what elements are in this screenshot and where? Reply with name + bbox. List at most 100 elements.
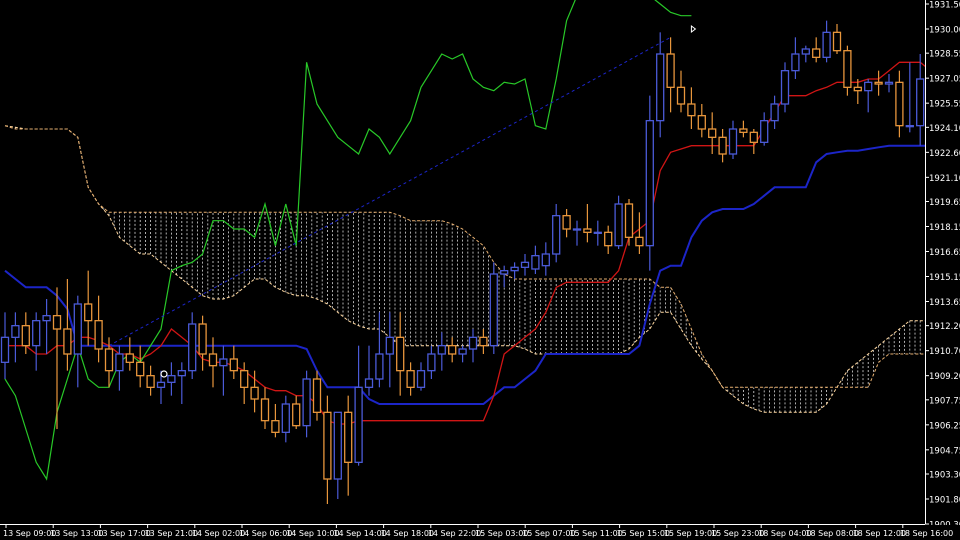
candle-body [364,378,374,388]
candle-body [874,81,883,85]
candle-body [136,361,145,377]
candle-body [208,353,218,367]
candle-body [11,325,20,338]
candle-body [749,131,758,143]
candle-body [520,261,530,268]
candle-body [240,370,249,388]
candle-body [770,103,779,122]
chart-window[interactable]: 1931.50 1930.00 1928.55 1927.05 1925.55 1924.… [0,0,960,540]
candle-body [448,345,457,355]
candle-body [323,411,332,480]
candle-body [458,348,467,355]
price-tick-label: 1913.65 [929,298,960,308]
time-tick-label: 18 Sep 04:00 [758,529,811,538]
candle-body [396,336,405,372]
candle-body [198,323,207,355]
candle-body [822,31,831,58]
candle-body [385,336,394,355]
candle-body [895,81,904,127]
price-tick-label: 1916.65 [929,248,960,258]
price-tick-label: 1922.60 [929,149,960,159]
candle-body [531,255,540,270]
time-tick-label: 15 Sep 15:00 [617,529,670,538]
candle-body [468,336,478,350]
time-tick-label: 15 Sep 23:00 [711,529,764,538]
price-tick-label: 1928.55 [929,50,960,60]
candle-body [697,115,706,130]
time-tick-label: 18 Sep 08:00 [805,529,858,538]
candle-body [416,370,426,388]
price-tick-label: 1903.30 [929,471,960,481]
candle-body [115,353,124,372]
candle-body [479,336,488,347]
candle-body [63,328,72,355]
time-tick-label: 14 Sep 06:00 [239,529,292,538]
candle-body [156,381,166,388]
candle-body [188,323,197,372]
price-tick-label: 1921.10 [929,174,960,184]
price-tick-label: 1907.75 [929,396,960,406]
time-tick-label: 18 Sep 12:00 [853,529,906,538]
candle-body [333,411,342,480]
price-tick-label: 1915.15 [929,273,960,283]
candle-body [614,203,623,247]
time-tick-label: 18 Sep 16:00 [900,529,953,538]
time-tick-label: 14 Sep 14:00 [333,529,386,538]
candle-body [708,128,717,138]
time-tick-label: 14 Sep 18:00 [381,529,434,538]
time-tick-label: 13 Sep 09:00 [3,529,56,538]
time-tick-label: 14 Sep 10:00 [286,529,339,538]
candlestick-chart[interactable]: 1931.50 1930.00 1928.55 1927.05 1925.55 1924.… [0,0,960,540]
candle-body [864,81,873,92]
time-tick-label: 13 Sep 17:00 [97,529,150,538]
candle-body [344,411,353,463]
time-tick-label: 15 Sep 03:00 [475,529,528,538]
price-tick-label: 1931.50 [929,1,960,11]
price-tick-label: 1909.20 [929,372,960,382]
candle-body [687,103,696,117]
candle-body [406,370,415,388]
candle-body [635,236,644,247]
candle-body [812,48,821,58]
price-tick-label: 1930.00 [929,26,960,36]
time-axis[interactable]: 13 Sep 09:0013 Sep 13:0013 Sep 17:0013 S… [0,524,960,540]
candle-body [489,273,498,347]
time-tick-label: 13 Sep 21:00 [145,529,198,538]
candle-body [219,358,228,367]
candle-body [676,86,686,105]
candle-body [302,378,311,427]
price-tick-label: 1910.70 [929,347,960,357]
time-tick-label: 13 Sep 13:00 [50,529,103,538]
candle-body [260,398,270,422]
candle-body [354,386,363,463]
time-tick-label: 14 Sep 22:00 [428,529,481,538]
candle-body [853,86,862,92]
candle-body [42,315,51,322]
candle-body [52,315,62,330]
candle-body [739,128,748,133]
candle-body [791,53,800,72]
candle-body [312,378,322,413]
candle-body [552,215,561,255]
candle-body [271,420,280,433]
price-axis[interactable]: 1931.50 1930.00 1928.55 1927.05 1925.55 1924.… [925,0,960,540]
candle-body [843,50,852,88]
candle-body [437,345,446,355]
candle-body [884,81,894,85]
candle-body [427,353,436,372]
candle-body [104,348,114,372]
candle-body [146,375,155,388]
candle-body [73,303,82,355]
candle-body [84,303,93,322]
candle-body [0,336,10,363]
candle-body [541,253,550,267]
price-tick-label: 1918.15 [929,223,960,233]
candle-body [125,353,134,363]
candle-body [728,128,738,155]
candle-body [656,53,665,122]
price-tick-label: 1919.65 [929,198,960,208]
candle-body [760,120,769,143]
candle-body [801,48,810,55]
candle-body [229,358,238,372]
candle-body [177,370,186,377]
